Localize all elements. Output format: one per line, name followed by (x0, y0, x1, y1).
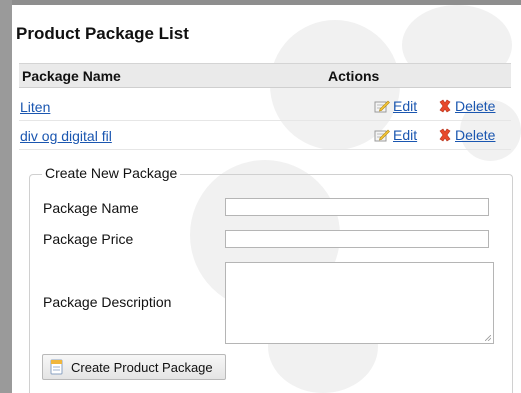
package-name-label: Package Name (43, 200, 139, 216)
table-row: Liten Edit Delete (19, 92, 511, 121)
package-price-input[interactable] (225, 230, 489, 248)
package-price-label: Package Price (43, 231, 134, 247)
create-button-label: Create Product Package (71, 359, 213, 375)
create-product-package-button[interactable]: Create Product Package (42, 354, 226, 380)
header-package-name: Package Name (22, 68, 121, 84)
top-border (0, 0, 521, 5)
edit-label: Edit (393, 98, 418, 114)
package-name-link[interactable]: Liten (20, 99, 50, 115)
delete-label: Delete (455, 127, 496, 143)
table-row: div og digital fil Edit Delete (19, 121, 511, 150)
edit-button[interactable]: Edit (374, 98, 417, 114)
package-name-link[interactable]: div og digital fil (20, 128, 112, 144)
package-description-textarea[interactable] (225, 262, 494, 344)
package-name-input[interactable] (225, 198, 489, 216)
delete-label: Delete (455, 98, 496, 114)
fieldset-legend: Create New Package (42, 165, 181, 181)
page-title: Product Package List (16, 24, 189, 43)
header-actions: Actions (328, 68, 380, 84)
document-icon (50, 359, 63, 375)
delete-button[interactable]: Delete (438, 127, 495, 143)
package-description-label: Package Description (43, 294, 172, 310)
red-x-icon (439, 128, 451, 142)
pencil-notepad-icon (374, 100, 390, 113)
resize-grip-icon[interactable] (485, 335, 491, 341)
edit-label: Edit (393, 127, 418, 143)
delete-button[interactable]: Delete (438, 98, 495, 114)
pencil-notepad-icon (374, 129, 390, 142)
red-x-icon (439, 99, 451, 113)
left-border (0, 0, 12, 393)
table-header: Package Name Actions (19, 63, 511, 88)
edit-button[interactable]: Edit (374, 127, 417, 143)
